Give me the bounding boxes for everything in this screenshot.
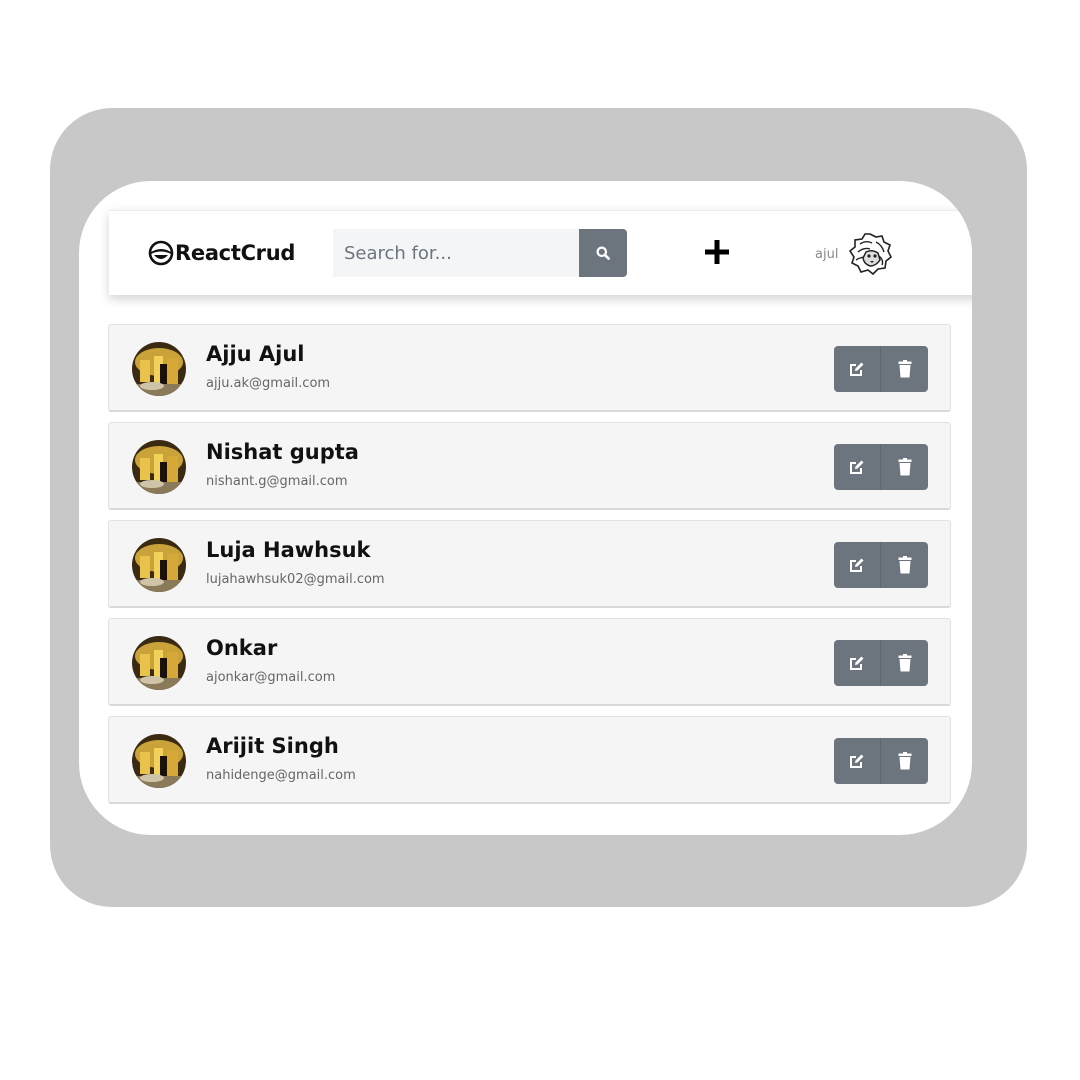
avatar — [132, 636, 186, 690]
search-group — [333, 229, 627, 277]
brand-name: ReactCrud — [175, 241, 296, 265]
delete-button[interactable] — [881, 640, 928, 686]
search-icon — [596, 246, 610, 260]
search-button[interactable] — [579, 229, 627, 277]
row-actions — [834, 640, 928, 686]
edit-button[interactable] — [834, 640, 881, 686]
edit-icon — [850, 754, 864, 768]
row-actions — [834, 738, 928, 784]
user-name: Nishat gupta — [206, 440, 359, 464]
row-actions — [834, 444, 928, 490]
user-name: ajul — [815, 246, 839, 262]
row-actions — [834, 542, 928, 588]
avatar — [132, 342, 186, 396]
plus-icon — [705, 240, 729, 264]
app-screen: ReactCrud ajul — [79, 181, 972, 835]
user-email: ajonkar@gmail.com — [206, 670, 336, 685]
delete-button[interactable] — [881, 738, 928, 784]
list-item: Arijit Singh nahidenge@gmail.com — [108, 716, 951, 804]
user-name: Ajju Ajul — [206, 342, 305, 366]
edit-button[interactable] — [834, 738, 881, 784]
user-email: ajju.ak@gmail.com — [206, 376, 331, 391]
user-email: nishant.g@gmail.com — [206, 474, 348, 489]
delete-button[interactable] — [881, 542, 928, 588]
list-item: Nishat gupta nishant.g@gmail.com — [108, 422, 951, 510]
trash-icon — [898, 556, 911, 574]
trash-icon — [898, 752, 911, 770]
edit-button[interactable] — [834, 542, 881, 588]
list-item: Onkar ajonkar@gmail.com — [108, 618, 951, 706]
search-input[interactable] — [333, 229, 579, 277]
navbar: ReactCrud ajul — [109, 210, 972, 295]
avatar — [132, 734, 186, 788]
user-email: nahidenge@gmail.com — [206, 768, 356, 783]
user-name: Arijit Singh — [206, 734, 339, 758]
edit-icon — [850, 362, 864, 376]
avatar — [132, 440, 186, 494]
trash-icon — [898, 360, 911, 378]
edit-button[interactable] — [834, 444, 881, 490]
add-user-button[interactable] — [700, 235, 734, 269]
edit-icon — [850, 656, 864, 670]
trash-icon — [898, 654, 911, 672]
user-email: lujahawhsuk02@gmail.com — [206, 572, 385, 587]
grinning-face-icon — [148, 240, 174, 266]
delete-button[interactable] — [881, 444, 928, 490]
user-name: Luja Hawhsuk — [206, 538, 371, 562]
edit-icon — [850, 558, 864, 572]
user-list: Ajju Ajul ajju.ak@gmail.com Nishat gupta… — [108, 324, 951, 814]
trash-icon — [898, 458, 911, 476]
brand[interactable]: ReactCrud — [148, 238, 295, 268]
row-actions — [834, 346, 928, 392]
edit-button[interactable] — [834, 346, 881, 392]
delete-button[interactable] — [881, 346, 928, 392]
list-item: Luja Hawhsuk lujahawhsuk02@gmail.com — [108, 520, 951, 608]
lion-avatar-icon — [849, 233, 893, 276]
avatar — [132, 538, 186, 592]
user-menu[interactable]: ajul — [815, 229, 894, 279]
list-item: Ajju Ajul ajju.ak@gmail.com — [108, 324, 951, 412]
edit-icon — [850, 460, 864, 474]
user-name: Onkar — [206, 636, 278, 660]
